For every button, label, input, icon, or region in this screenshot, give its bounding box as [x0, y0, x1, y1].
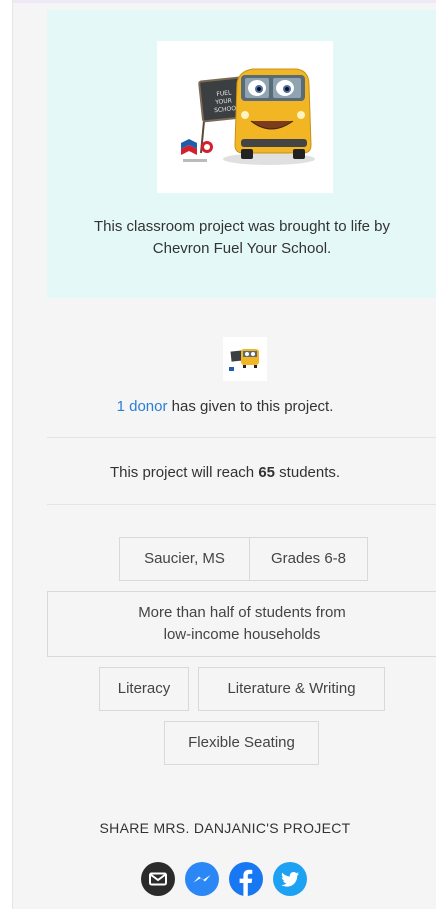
donor-summary: 1 donor has given to this project. [13, 398, 436, 415]
donor-avatar [223, 337, 267, 381]
bus [223, 68, 315, 165]
share-twitter-button[interactable] [273, 862, 307, 896]
divider [47, 504, 436, 505]
donor-summary-text: has given to this project. [167, 398, 334, 415]
sponsor-message: This classroom project was brought to li… [94, 218, 390, 257]
twitter-icon [273, 862, 307, 896]
sponsor-card: FUEL YOUR SCHOOL This classroom project … [47, 10, 436, 298]
tag-subject-literature-writing[interactable]: Literature & Writing [198, 667, 385, 711]
tag-resource-flexible-seating[interactable]: Flexible Seating [164, 721, 319, 765]
email-icon [141, 862, 175, 896]
tag-poverty-level[interactable]: More than half of students from low-inco… [47, 591, 436, 657]
top-accent-line [13, 0, 436, 3]
tag-grades[interactable]: Grades 6-8 [249, 537, 368, 581]
share-facebook-button[interactable] [229, 862, 263, 896]
tag-location[interactable]: Saucier, MS [119, 537, 250, 581]
divider [47, 437, 436, 438]
share-title: SHARE MRS. DANJANIC'S PROJECT [99, 820, 351, 836]
reach-summary: This project will reach 65 students. [109, 464, 341, 481]
tag-subject-literacy[interactable]: Literacy [99, 667, 189, 711]
sponsor-bus-image: FUEL YOUR SCHOOL [157, 41, 333, 193]
bus-mascot-illustration: FUEL YOUR SCHOOL [181, 68, 315, 165]
chevron-logo [181, 139, 213, 162]
share-messenger-button[interactable] [185, 862, 219, 896]
donor-count-link[interactable]: 1 donor [117, 398, 168, 415]
project-sidebar: FUEL YOUR SCHOOL This classroom project … [12, 0, 436, 909]
share-email-button[interactable] [141, 862, 175, 896]
facebook-icon [229, 862, 263, 896]
student-count: 65 [258, 464, 276, 481]
messenger-icon [185, 862, 219, 896]
donor-bus-thumbnail [229, 349, 259, 371]
